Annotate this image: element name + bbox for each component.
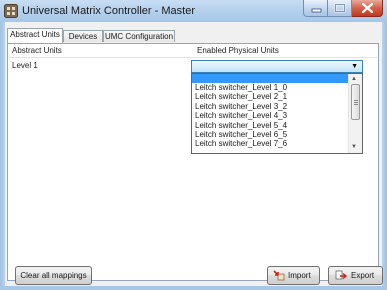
window-client-area: Abstract Units Devices UMC Configuration… [5, 22, 383, 286]
physical-unit-dropdown-list[interactable]: Leitch switcher_Level 1_0 Leitch switche… [191, 73, 363, 154]
column-header-abstract-units: Abstract Units [12, 46, 62, 55]
window-title: Universal Matrix Controller - Master [22, 5, 195, 17]
title-bar[interactable]: Universal Matrix Controller - Master [0, 0, 387, 22]
app-icon [4, 4, 18, 18]
grip-line [354, 102, 358, 103]
import-label: Import [288, 271, 311, 280]
export-label: Export [351, 271, 375, 280]
physical-unit-combo[interactable]: ▼ [191, 60, 363, 73]
dropdown-options: Leitch switcher_Level 1_0 Leitch switche… [192, 83, 349, 149]
window-frame-right [382, 0, 387, 290]
close-icon [361, 2, 374, 14]
dropdown-option[interactable]: Leitch switcher_Level 1_0 [192, 83, 349, 92]
tab-abstract-units[interactable]: Abstract Units [7, 28, 63, 43]
clear-all-mappings-button[interactable]: Clear all mappings [15, 266, 92, 285]
scroll-up-icon[interactable]: ▲ [351, 76, 357, 82]
scrollbar-thumb[interactable] [351, 84, 360, 120]
dropdown-scrollbar[interactable]: ▲ ▼ [348, 74, 362, 153]
dropdown-option[interactable]: Leitch switcher_Level 2_1 [192, 92, 349, 101]
import-icon [273, 270, 285, 281]
dropdown-option[interactable]: Leitch switcher_Level 4_3 [192, 111, 349, 120]
maximize-icon [334, 3, 346, 13]
maximize-button[interactable] [328, 0, 352, 17]
window-frame-bottom [0, 286, 387, 290]
grip-line [354, 104, 358, 105]
scroll-down-icon[interactable]: ▼ [351, 144, 357, 150]
grip-line [354, 100, 358, 101]
tab-umc-configuration[interactable]: UMC Configuration [103, 30, 175, 42]
dropdown-option[interactable]: Leitch switcher_Level 6_5 [192, 130, 349, 139]
minimize-icon [311, 8, 322, 13]
dropdown-option[interactable]: Leitch switcher_Level 5_4 [192, 121, 349, 130]
chevron-down-icon[interactable]: ▼ [351, 63, 358, 70]
minimize-button[interactable] [303, 0, 328, 17]
dropdown-selected-empty-item[interactable] [192, 74, 349, 83]
tab-devices[interactable]: Devices [63, 30, 103, 42]
table-row-abstract-unit[interactable]: Level 1 [12, 61, 38, 70]
export-icon [335, 270, 347, 280]
close-button[interactable] [352, 0, 383, 17]
import-button[interactable]: Import [267, 266, 320, 285]
dropdown-option[interactable]: Leitch switcher_Level 7_6 [192, 139, 349, 148]
header-divider [9, 57, 377, 58]
column-header-enabled-physical-units: Enabled Physical Units [197, 46, 279, 55]
export-button[interactable]: Export [328, 266, 383, 285]
dropdown-option[interactable]: Leitch switcher_Level 3_2 [192, 102, 349, 111]
